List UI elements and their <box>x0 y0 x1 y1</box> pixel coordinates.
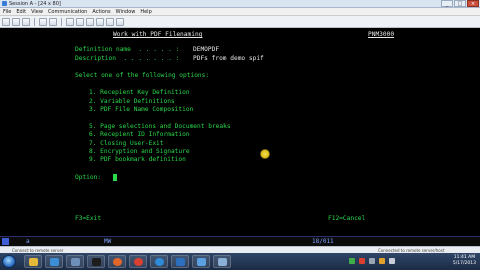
window-titlebar: Session A - [24 x 80] _ □ × <box>0 0 480 8</box>
toolbar <box>0 16 480 28</box>
macro-icon[interactable] <box>96 17 104 26</box>
menu-window[interactable]: Window <box>116 8 136 15</box>
taskbar-outlook-icon[interactable] <box>171 255 189 268</box>
option-item: 2. Variable Definitions <box>89 98 175 105</box>
option-input-cursor[interactable] <box>113 174 117 181</box>
input-mode: MW <box>104 238 112 245</box>
menu-communication[interactable]: Communication <box>48 8 87 15</box>
taskbar-chrome-icon[interactable] <box>129 255 147 268</box>
print-icon[interactable] <box>2 17 10 26</box>
terminal-status-line: a MW 18/011 <box>0 236 480 246</box>
taskbar-app-icon[interactable] <box>66 255 84 268</box>
help-icon[interactable] <box>116 17 124 26</box>
toolbar-divider <box>61 17 62 26</box>
option-label: Option: <box>75 174 102 181</box>
taskbar-explorer-icon[interactable] <box>24 255 42 268</box>
minimize-button[interactable]: _ <box>441 0 453 7</box>
alert-icon[interactable] <box>359 258 365 264</box>
option-item: 3. PDF File Name Composition <box>89 106 194 113</box>
system-tray: 11:41 AM 5/17/2013 <box>345 253 480 270</box>
option-item: 1. Recepient Key Definition <box>89 89 190 96</box>
menu-help[interactable]: Help <box>140 8 151 15</box>
window-title: Session A - [24 x 80] <box>9 1 61 7</box>
option-item: 6. Recepient ID Information <box>89 131 190 138</box>
description-label: Description . . . . . . . : <box>75 55 180 62</box>
color-icon[interactable] <box>76 17 84 26</box>
taskbar-session-icon[interactable] <box>192 255 210 268</box>
option-item: 5. Page selections and Document breaks <box>89 123 231 130</box>
session-indicator-icon <box>2 238 9 245</box>
taskbar-clock[interactable]: 11:41 AM 5/17/2013 <box>453 255 476 267</box>
taskbar: 11:41 AM 5/17/2013 <box>0 253 480 270</box>
record-icon[interactable] <box>106 17 114 26</box>
send-icon[interactable] <box>39 17 47 26</box>
option-item: 8. Encryption and Signature <box>89 148 190 155</box>
options-prompt: Select one of the following options: <box>75 72 210 79</box>
window-controls: _ □ × <box>441 0 479 8</box>
start-button-icon[interactable] <box>2 255 16 268</box>
menu-edit[interactable]: Edit <box>16 8 26 15</box>
display-icon[interactable] <box>66 17 74 26</box>
menu-actions[interactable]: Actions <box>92 8 110 15</box>
battery-icon[interactable] <box>379 258 385 264</box>
option-item: 7. Closing User-Exit <box>89 140 164 147</box>
maximize-button[interactable]: □ <box>454 0 466 7</box>
keyboard-icon[interactable] <box>86 17 94 26</box>
taskbar-media-icon[interactable] <box>45 255 63 268</box>
session-letter: a <box>26 238 30 245</box>
menu-file[interactable]: File <box>3 8 11 15</box>
taskbar-ie-icon[interactable] <box>150 255 168 268</box>
f12-cancel-key[interactable]: F12=Cancel <box>328 215 365 222</box>
taskbar-firefox-icon[interactable] <box>108 255 126 268</box>
option-item: 9. PDF bookmark definition <box>89 156 186 163</box>
app-icon <box>2 1 7 6</box>
screen-heading: Work with PDF Filenaming <box>113 31 203 38</box>
close-button[interactable]: × <box>467 0 479 7</box>
copy-icon[interactable] <box>12 17 20 26</box>
taskbar-terminal-icon[interactable] <box>87 255 105 268</box>
cursor-position: 18/011 <box>312 238 334 245</box>
network-icon[interactable] <box>349 258 355 264</box>
description-value: PDFs from demo spif <box>193 55 264 62</box>
definition-name-value: DEMOPDF <box>193 46 220 53</box>
definition-name-label: Definition name . . . . . : <box>75 46 180 53</box>
volume-icon[interactable] <box>369 258 375 264</box>
terminal-screen[interactable]: Work with PDF Filenaming PNM3000 Definit… <box>0 28 480 236</box>
mouse-pointer-highlight <box>260 149 270 159</box>
receive-icon[interactable] <box>49 17 57 26</box>
clock-date: 5/17/2013 <box>452 261 476 266</box>
taskbar-window-icon[interactable] <box>213 255 231 268</box>
program-id: PNM3000 <box>368 31 395 38</box>
toolbar-divider <box>34 17 35 26</box>
f3-exit-key[interactable]: F3=Exit <box>75 215 101 222</box>
menubar: File Edit View Communication Actions Win… <box>0 8 480 16</box>
flag-icon[interactable] <box>389 258 395 264</box>
paste-icon[interactable] <box>22 17 30 26</box>
menu-view[interactable]: View <box>31 8 43 15</box>
window-status-bar: Connect to remote server Connected to re… <box>0 246 480 253</box>
